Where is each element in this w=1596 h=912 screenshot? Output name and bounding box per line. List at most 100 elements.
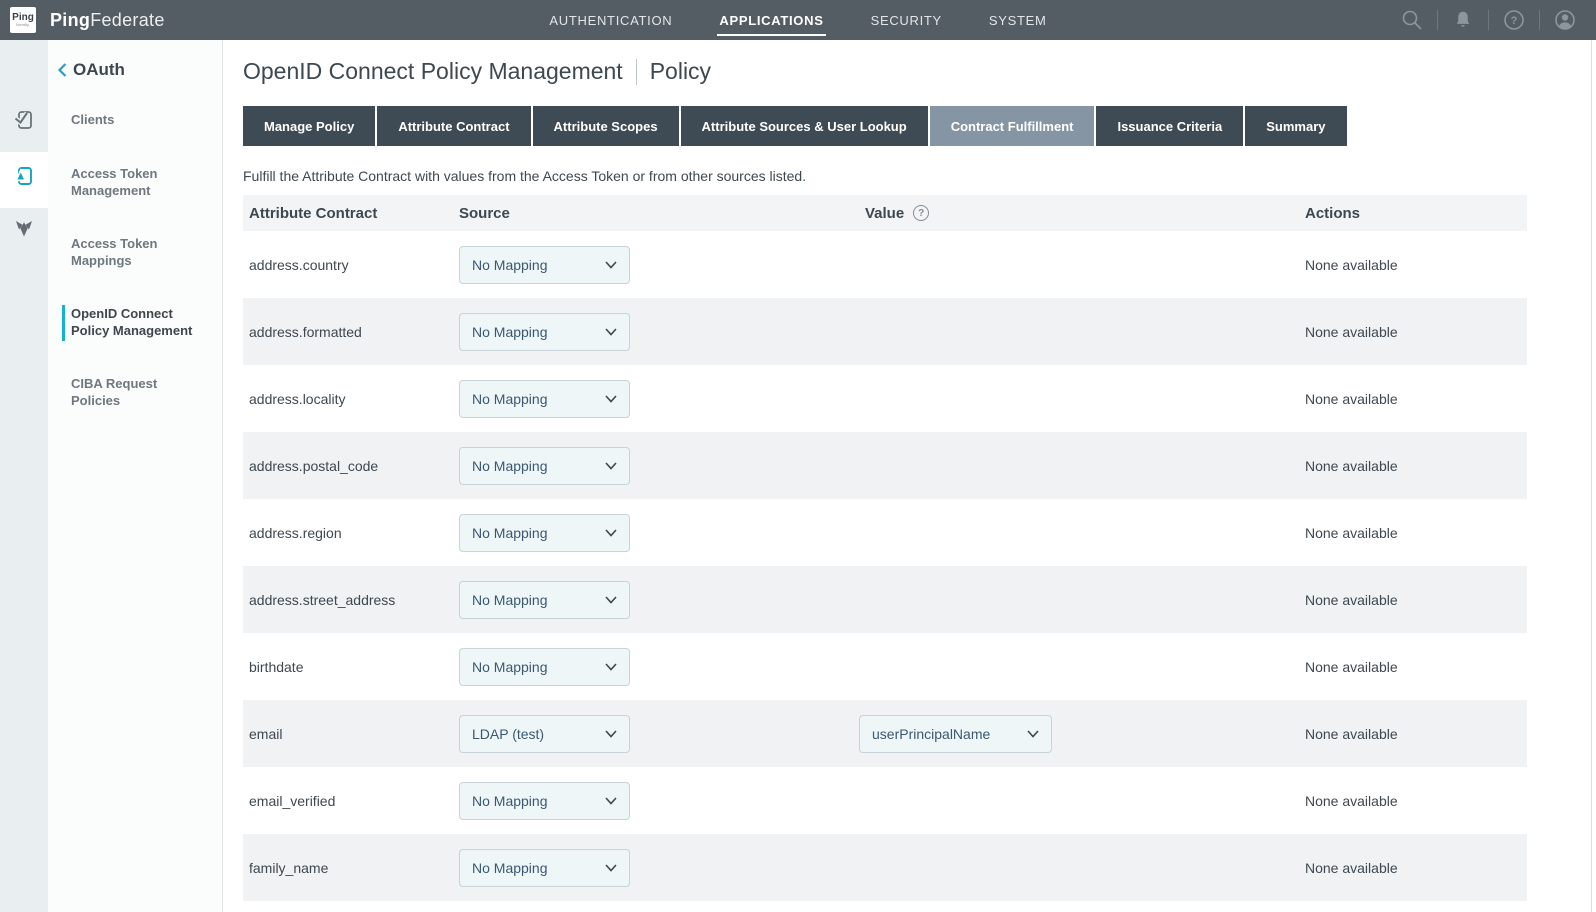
- actions-text: None available: [1305, 391, 1527, 407]
- svg-text:?: ?: [1511, 15, 1518, 27]
- source-dropdown-value: No Mapping: [472, 659, 548, 675]
- search-icon[interactable]: [1400, 8, 1424, 32]
- table-row: address.postal_code No Mapping None avai…: [243, 432, 1527, 499]
- table-row: birthdate No Mapping None available: [243, 633, 1527, 700]
- nav-applications[interactable]: APPLICATIONS: [719, 13, 823, 28]
- actions-text: None available: [1305, 592, 1527, 608]
- divider: [1488, 10, 1489, 30]
- sidebar-item-access-token-mappings[interactable]: Access Token Mappings: [71, 235, 203, 269]
- attribute-name: email: [243, 726, 459, 742]
- brand-title-light: Federate: [90, 10, 164, 30]
- chevron-down-icon: [605, 529, 617, 537]
- source-dropdown[interactable]: No Mapping: [459, 447, 630, 485]
- source-dropdown[interactable]: No Mapping: [459, 246, 630, 284]
- table-row: address.locality No Mapping None availab…: [243, 365, 1527, 432]
- actions-text: None available: [1305, 525, 1527, 541]
- tab-manage-policy[interactable]: Manage Policy: [243, 106, 375, 146]
- title-divider: [636, 59, 637, 85]
- table-row: address.street_address No Mapping None a…: [243, 566, 1527, 633]
- source-dropdown-value: No Mapping: [472, 592, 548, 608]
- chevron-down-icon: [605, 328, 617, 336]
- tab-contract-fulfillment[interactable]: Contract Fulfillment: [930, 106, 1095, 146]
- main-content: OpenID Connect Policy Management Policy …: [243, 40, 1527, 901]
- chevron-down-icon: [605, 797, 617, 805]
- table-row: family_name No Mapping None available: [243, 834, 1527, 901]
- sidebar-back-label: OAuth: [73, 60, 125, 80]
- chevron-down-icon: [605, 864, 617, 872]
- value-help-icon[interactable]: ?: [913, 205, 929, 221]
- actions-text: None available: [1305, 458, 1527, 474]
- help-icon[interactable]: ?: [1502, 8, 1526, 32]
- source-dropdown[interactable]: No Mapping: [459, 514, 630, 552]
- nav-authentication[interactable]: AUTHENTICATION: [549, 13, 672, 28]
- column-actions: Actions: [1305, 205, 1527, 222]
- tab-issuance-criteria[interactable]: Issuance Criteria: [1096, 106, 1243, 146]
- table-row: email_verified No Mapping None available: [243, 767, 1527, 834]
- source-dropdown[interactable]: No Mapping: [459, 648, 630, 686]
- policy-tabs: Manage Policy Attribute Contract Attribu…: [243, 106, 1527, 146]
- attribute-name: family_name: [243, 860, 459, 876]
- divider: [1539, 10, 1540, 30]
- ping-logo-subtext: Identity.: [16, 23, 30, 27]
- access-token-icon[interactable]: [12, 164, 36, 188]
- attribute-name: address.locality: [243, 391, 459, 407]
- sidebar-item-openid-connect-policy-management[interactable]: OpenID Connect Policy Management: [71, 305, 203, 339]
- page-subtitle: Policy: [650, 58, 711, 85]
- chevron-down-icon: [1027, 730, 1039, 738]
- sidebar: OAuth Clients Access Token Management Ac…: [48, 40, 223, 912]
- source-dropdown[interactable]: No Mapping: [459, 313, 630, 351]
- table-row: address.country No Mapping None availabl…: [243, 231, 1527, 298]
- clients-icon[interactable]: [12, 108, 36, 132]
- source-dropdown[interactable]: LDAP (test): [459, 715, 630, 753]
- nav-security[interactable]: SECURITY: [871, 13, 942, 28]
- attribute-name: address.postal_code: [243, 458, 459, 474]
- attribute-name: address.street_address: [243, 592, 459, 608]
- notifications-bell-icon[interactable]: [1451, 8, 1475, 32]
- table-row: address.region No Mapping None available: [243, 499, 1527, 566]
- chevron-down-icon: [605, 261, 617, 269]
- tab-attribute-sources-user-lookup[interactable]: Attribute Sources & User Lookup: [681, 106, 928, 146]
- chevron-down-icon: [605, 395, 617, 403]
- table-row: address.formatted No Mapping None availa…: [243, 298, 1527, 365]
- policy-shield-icon[interactable]: [12, 216, 36, 240]
- tab-attribute-scopes[interactable]: Attribute Scopes: [533, 106, 679, 146]
- attribute-name: address.region: [243, 525, 459, 541]
- actions-text: None available: [1305, 860, 1527, 876]
- source-dropdown-value: No Mapping: [472, 458, 548, 474]
- topbar-icon-group: ?: [1387, 0, 1590, 40]
- actions-text: None available: [1305, 324, 1527, 340]
- column-source: Source: [459, 205, 859, 222]
- sidebar-back-oauth[interactable]: OAuth: [57, 60, 125, 80]
- chevron-down-icon: [605, 730, 617, 738]
- chevron-down-icon: [605, 663, 617, 671]
- source-dropdown-value: No Mapping: [472, 324, 548, 340]
- nav-system[interactable]: SYSTEM: [989, 13, 1047, 28]
- source-dropdown-value: No Mapping: [472, 525, 548, 541]
- page-title: OpenID Connect Policy Management Policy: [243, 58, 1527, 85]
- source-dropdown-value: LDAP (test): [472, 726, 544, 742]
- tab-attribute-contract[interactable]: Attribute Contract: [377, 106, 530, 146]
- source-dropdown[interactable]: No Mapping: [459, 581, 630, 619]
- source-dropdown-value: No Mapping: [472, 860, 548, 876]
- sidebar-item-clients[interactable]: Clients: [71, 111, 203, 128]
- source-dropdown[interactable]: No Mapping: [459, 782, 630, 820]
- sidebar-item-access-token-management[interactable]: Access Token Management: [71, 165, 203, 199]
- table-header: Attribute Contract Source Value ? Action…: [243, 195, 1527, 231]
- tab-summary[interactable]: Summary: [1245, 106, 1346, 146]
- column-value: Value ?: [859, 205, 1305, 222]
- page-description: Fulfill the Attribute Contract with valu…: [243, 168, 1527, 184]
- source-dropdown-value: No Mapping: [472, 793, 548, 809]
- source-dropdown[interactable]: No Mapping: [459, 849, 630, 887]
- attribute-name: address.country: [243, 257, 459, 273]
- sidebar-item-ciba-request-policies[interactable]: CIBA Request Policies: [71, 375, 203, 409]
- user-account-icon[interactable]: [1553, 8, 1577, 32]
- actions-text: None available: [1305, 257, 1527, 273]
- actions-text: None available: [1305, 659, 1527, 675]
- scrollbar[interactable]: [1591, 40, 1596, 912]
- page-title-text: OpenID Connect Policy Management: [243, 58, 623, 85]
- value-dropdown-value: userPrincipalName: [872, 726, 990, 742]
- primary-nav: AUTHENTICATION APPLICATIONS SECURITY SYS…: [0, 0, 1596, 40]
- value-dropdown[interactable]: userPrincipalName: [859, 715, 1052, 753]
- source-dropdown[interactable]: No Mapping: [459, 380, 630, 418]
- top-bar: Ping Identity. PingFederate AUTHENTICATI…: [0, 0, 1596, 40]
